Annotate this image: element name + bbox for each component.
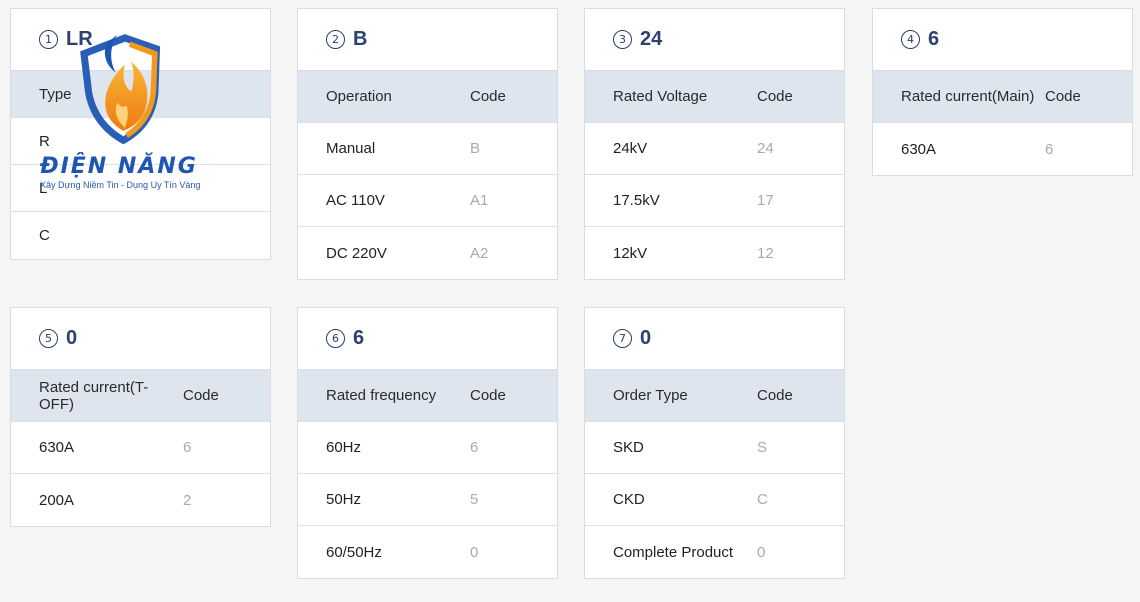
row-label: 12kV: [613, 244, 648, 262]
table-header: Rated current(T-OFF) Code: [11, 370, 270, 422]
table-row[interactable]: 50Hz 5: [298, 474, 557, 526]
table-row[interactable]: CKD C: [585, 474, 844, 526]
row-label: C: [39, 227, 50, 244]
table-row[interactable]: AC 110V A1: [298, 175, 557, 227]
row-code: 12: [757, 244, 774, 262]
row-code: C: [757, 491, 768, 508]
header-code: Code: [183, 387, 219, 404]
card-title: 6 6: [298, 308, 557, 370]
row-label: Complete Product: [613, 543, 734, 561]
option-card-type: 1 LR Type R L C: [10, 8, 271, 260]
brand-logo-name: ĐIỆN NĂNG: [40, 154, 198, 179]
option-card-order-type: 7 0 Order Type Code SKD S CKD C Complete…: [584, 307, 845, 579]
option-card-rated-voltage: 3 24 Rated Voltage Code 24kV 24 17.5kV 1…: [584, 8, 845, 280]
selected-code: LR: [66, 28, 93, 50]
row-label: SKD: [613, 439, 644, 456]
step-number: 3: [613, 30, 632, 49]
row-code: 6: [470, 439, 479, 456]
row-code: 5: [470, 491, 479, 508]
row-code: 0: [470, 543, 479, 561]
row-code: A2: [470, 244, 489, 262]
header-label: Type: [39, 85, 72, 103]
table-row[interactable]: 630A 6: [11, 422, 270, 474]
header-code: Code: [757, 88, 793, 105]
table-row[interactable]: 60/50Hz 0: [298, 526, 557, 578]
row-label: 60/50Hz: [326, 543, 382, 561]
row-code: 17: [757, 192, 774, 209]
header-label: Rated Voltage: [613, 88, 708, 105]
card-title: 3 24: [585, 9, 844, 71]
table-row[interactable]: SKD S: [585, 422, 844, 474]
selected-code: 6: [928, 28, 940, 50]
table-row[interactable]: C: [11, 212, 270, 259]
row-code: 6: [183, 439, 192, 456]
header-code: Code: [1045, 88, 1081, 105]
step-number: 4: [901, 30, 920, 49]
row-code: 2: [183, 491, 192, 509]
row-label: R: [39, 132, 50, 150]
table-row[interactable]: 60Hz 6: [298, 422, 557, 474]
card-title: 4 6: [873, 9, 1132, 71]
step-number: 1: [39, 30, 58, 49]
header-code: Code: [757, 387, 793, 404]
option-card-rated-current-toff: 5 0 Rated current(T-OFF) Code 630A 6 200…: [10, 307, 271, 527]
selected-code: B: [353, 28, 368, 50]
header-label: Rated current(Main): [901, 88, 1035, 105]
row-label: 630A: [901, 140, 937, 158]
step-number: 2: [326, 30, 345, 49]
option-card-rated-current-main: 4 6 Rated current(Main) Code 630A 6: [872, 8, 1133, 176]
header-label: Rated current(T-OFF): [39, 378, 149, 413]
table-header: Rated Voltage Code: [585, 71, 844, 123]
table-row[interactable]: DC 220V A2: [298, 227, 557, 279]
step-number: 6: [326, 329, 345, 348]
table-header: Rated frequency Code: [298, 370, 557, 422]
table-row[interactable]: 24kV 24: [585, 123, 844, 175]
option-card-operation: 2 B Operation Code Manual B AC 110V A1 D…: [297, 8, 558, 280]
table-row[interactable]: Complete Product 0: [585, 526, 844, 578]
table-row[interactable]: 17.5kV 17: [585, 175, 844, 227]
card-title: 7 0: [585, 308, 844, 370]
row-code: 24: [757, 140, 774, 157]
table-header: Type: [11, 71, 270, 118]
header-code: Code: [470, 88, 506, 105]
row-label: CKD: [613, 491, 645, 508]
selected-code: 6: [353, 327, 365, 349]
step-number: 7: [613, 329, 632, 348]
row-label: DC 220V: [326, 244, 387, 262]
card-title: 2 B: [298, 9, 557, 71]
row-code: 6: [1045, 140, 1054, 158]
option-card-rated-frequency: 6 6 Rated frequency Code 60Hz 6 50Hz 5 6…: [297, 307, 558, 579]
row-label: 24kV: [613, 140, 648, 157]
row-code: A1: [470, 192, 489, 209]
table-row[interactable]: Manual B: [298, 123, 557, 175]
table-row[interactable]: 12kV 12: [585, 227, 844, 279]
row-label: 630A: [39, 439, 75, 456]
card-title: 1 LR: [11, 9, 270, 71]
table-row[interactable]: 200A 2: [11, 474, 270, 526]
card-title: 5 0: [11, 308, 270, 370]
header-label: Rated frequency: [326, 387, 437, 404]
step-number: 5: [39, 329, 58, 348]
selected-code: 0: [66, 327, 78, 349]
row-code: S: [757, 439, 768, 456]
selected-code: 0: [640, 327, 652, 349]
table-row[interactable]: 630A 6: [873, 123, 1132, 175]
row-label: 50Hz: [326, 491, 362, 508]
table-header: Operation Code: [298, 71, 557, 123]
header-label: Operation: [326, 88, 392, 105]
table-header: Order Type Code: [585, 370, 844, 422]
row-code: 0: [757, 543, 766, 561]
table-header: Rated current(Main) Code: [873, 71, 1132, 123]
row-label: 17.5kV: [613, 192, 660, 209]
row-label: Manual: [326, 140, 376, 157]
row-label: 60Hz: [326, 439, 362, 456]
row-label: 200A: [39, 491, 75, 509]
brand-logo-tagline: Xây Dựng Niềm Tin - Dụng Uy Tín Vàng: [40, 180, 201, 190]
selected-code: 24: [640, 28, 663, 50]
header-code: Code: [470, 387, 506, 404]
row-label: AC 110V: [326, 192, 385, 209]
header-label: Order Type: [613, 387, 688, 404]
row-code: B: [470, 140, 481, 157]
